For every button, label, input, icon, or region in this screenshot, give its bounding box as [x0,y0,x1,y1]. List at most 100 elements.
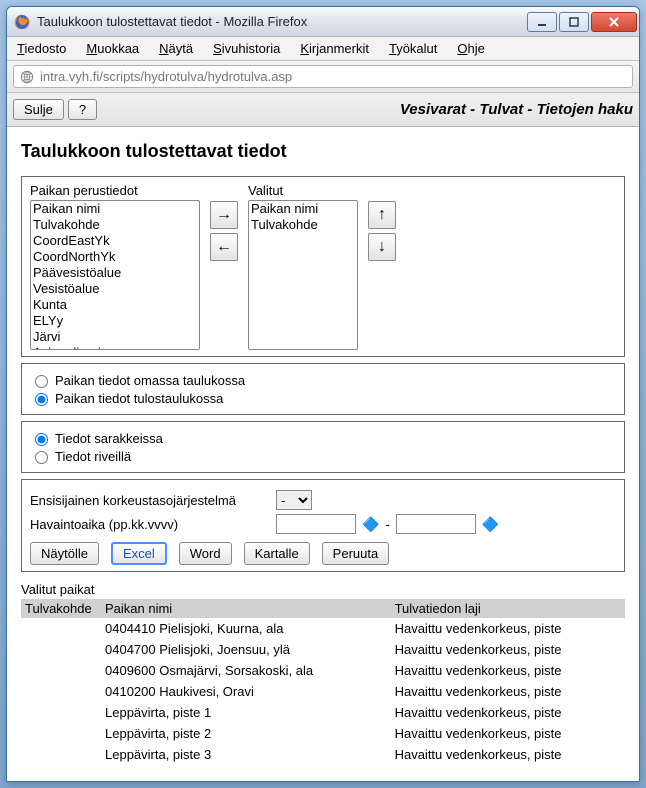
date-from-input[interactable] [276,514,356,534]
selected-places-title: Valitut paikat [21,582,625,597]
app-toolbar: Sulje ? Vesivarat - Tulvat - Tietojen ha… [7,93,639,127]
display-button[interactable]: Näytölle [30,542,99,565]
radio-rows[interactable] [35,451,48,464]
menu-edit[interactable]: Muokkaa [80,39,145,58]
date-separator: - [385,517,389,532]
window-title: Taulukkoon tulostettavat tiedot - Mozill… [37,14,525,29]
content-area: Taulukkoon tulostettavat tiedot Paikan p… [7,127,639,781]
table-cell [21,681,101,702]
table-cell: Havaittu vedenkorkeus, piste [391,618,625,639]
table-cell: Havaittu vedenkorkeus, piste [391,744,625,765]
close-window-button[interactable] [591,12,637,32]
table-cell [21,618,101,639]
move-down-button[interactable]: ↓ [368,233,396,261]
col-header-0: Tulvakohde [21,599,101,618]
list-item[interactable]: Tulvakohde [31,217,199,233]
word-button[interactable]: Word [179,542,232,565]
move-up-button[interactable]: ↑ [368,201,396,229]
table-row: 0404410 Pielisjoki, Kuurna, alaHavaittu … [21,618,625,639]
table-cell: Leppävirta, piste 2 [101,723,391,744]
radio-columns[interactable] [35,433,48,446]
move-left-button[interactable]: ← [210,233,238,261]
options-panel: Ensisijainen korkeustasojärjestelmä - Ha… [21,479,625,572]
date-to-input[interactable] [396,514,476,534]
table-cell [21,639,101,660]
table-row: Leppävirta, piste 1Havaittu vedenkorkeus… [21,702,625,723]
list-item[interactable]: CoordNorthYk [31,249,199,265]
list-item[interactable]: CoordEastYk [31,233,199,249]
minimize-button[interactable] [527,12,557,32]
menu-view[interactable]: Näytä [153,39,199,58]
radio-group-1: Paikan tiedot omassa taulukossa Paikan t… [21,363,625,415]
table-cell: Havaittu vedenkorkeus, piste [391,639,625,660]
calendar-icon-from[interactable]: 🔷 [362,516,379,533]
available-listbox[interactable]: Paikan nimiTulvakohdeCoordEastYkCoordNor… [30,200,200,350]
field-picker-panel: Paikan perustiedot Paikan nimiTulvakohde… [21,176,625,357]
table-cell: 0409600 Osmajärvi, Sorsakoski, ala [101,660,391,681]
obsdate-label: Havaintoaika (pp.kk.vvvv) [30,517,270,532]
table-cell: 0404700 Pielisjoki, Joensuu, ylä [101,639,391,660]
list-item[interactable]: Kunta [31,297,199,313]
table-cell: Havaittu vedenkorkeus, piste [391,681,625,702]
list-item[interactable]: Tulvakohde [249,217,357,233]
selected-label: Valitut [248,183,358,198]
window-controls [525,12,637,32]
table-cell: Havaittu vedenkorkeus, piste [391,702,625,723]
menu-history[interactable]: Sivuhistoria [207,39,286,58]
menu-tools[interactable]: Työkalut [383,39,443,58]
table-cell: Havaittu vedenkorkeus, piste [391,723,625,744]
table-row: 0410200 Haukivesi, OraviHavaittu vedenko… [21,681,625,702]
radio-output-table[interactable] [35,393,48,406]
globe-icon [20,70,34,84]
table-cell [21,702,101,723]
help-button[interactable]: ? [68,99,97,120]
menu-help[interactable]: Ohje [451,39,490,58]
list-item[interactable]: Päävesistöalue [31,265,199,281]
radio-own-table[interactable] [35,375,48,388]
table-row: Leppävirta, piste 2Havaittu vedenkorkeus… [21,723,625,744]
table-row: 0404700 Pielisjoki, Joensuu, yläHavaittu… [21,639,625,660]
excel-button[interactable]: Excel [111,542,167,565]
app-heading: Vesivarat - Tulvat - Tietojen haku [400,101,633,118]
height-system-label: Ensisijainen korkeustasojärjestelmä [30,493,270,508]
list-item[interactable]: Asian diaarinumero [31,345,199,350]
url-text: intra.vyh.fi/scripts/hydrotulva/hydrotul… [40,69,292,84]
selected-listbox[interactable]: Paikan nimiTulvakohde [248,200,358,350]
titlebar: Taulukkoon tulostettavat tiedot - Mozill… [7,7,639,37]
table-cell: 0410200 Haukivesi, Oravi [101,681,391,702]
list-item[interactable]: ELYy [31,313,199,329]
table-row: Leppävirta, piste 3Havaittu vedenkorkeus… [21,744,625,765]
list-item[interactable]: Järvi [31,329,199,345]
list-item[interactable]: Paikan nimi [249,201,357,217]
page-title: Taulukkoon tulostettavat tiedot [21,141,625,162]
radio-columns-label: Tiedot sarakkeissa [55,431,163,446]
browser-window: Taulukkoon tulostettavat tiedot - Mozill… [6,6,640,782]
table-cell: Leppävirta, piste 3 [101,744,391,765]
available-label: Paikan perustiedot [30,183,200,198]
table-row: 0409600 Osmajärvi, Sorsakoski, alaHavait… [21,660,625,681]
list-item[interactable]: Paikan nimi [31,201,199,217]
col-header-2: Tulvatiedon laji [391,599,625,618]
menubar: Tiedosto Muokkaa Näytä Sivuhistoria Kirj… [7,37,639,61]
table-cell [21,744,101,765]
table-cell [21,723,101,744]
url-toolbar: intra.vyh.fi/scripts/hydrotulva/hydrotul… [7,61,639,93]
maximize-button[interactable] [559,12,589,32]
calendar-icon-to[interactable]: 🔷 [482,516,499,533]
places-table: Tulvakohde Paikan nimi Tulvatiedon laji … [21,599,625,765]
map-button[interactable]: Kartalle [244,542,310,565]
menu-file[interactable]: Tiedosto [11,39,72,58]
table-cell: Leppävirta, piste 1 [101,702,391,723]
list-item[interactable]: Vesistöalue [31,281,199,297]
height-system-combo[interactable]: - [276,490,312,510]
move-right-button[interactable]: → [210,201,238,229]
table-cell [21,660,101,681]
radio-group-2: Tiedot sarakkeissa Tiedot riveillä [21,421,625,473]
menu-bookmarks[interactable]: Kirjanmerkit [294,39,375,58]
col-header-1: Paikan nimi [101,599,391,618]
firefox-icon [13,13,31,31]
radio-rows-label: Tiedot riveillä [55,449,131,464]
close-button[interactable]: Sulje [13,99,64,120]
cancel-button[interactable]: Peruuta [322,542,390,565]
url-input[interactable]: intra.vyh.fi/scripts/hydrotulva/hydrotul… [13,65,633,88]
